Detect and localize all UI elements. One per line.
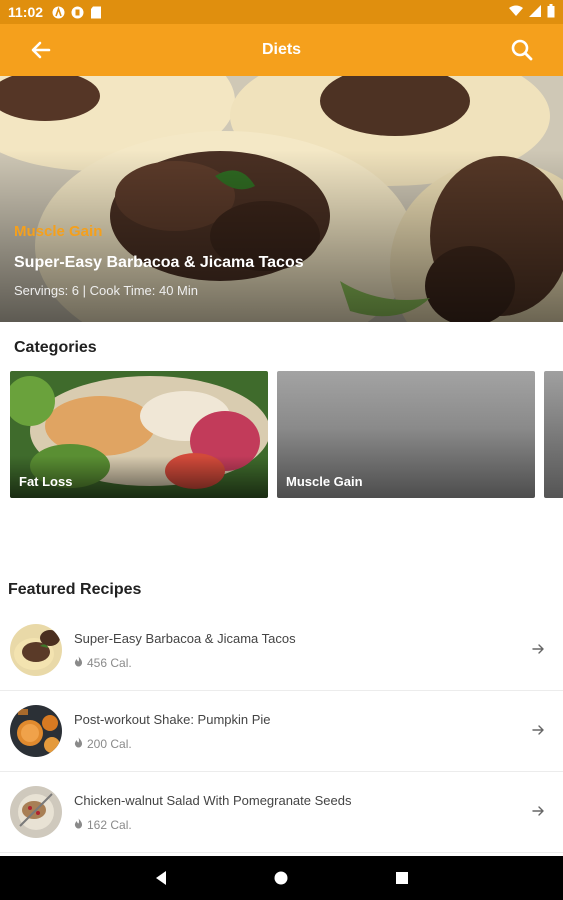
recipe-title: Chicken-walnut Salad With Pomegranate Se… bbox=[74, 792, 352, 808]
arrow-right-icon[interactable] bbox=[531, 642, 545, 656]
recipe-calories: 456 Cal. bbox=[87, 655, 132, 670]
featured-recipes-list: Super-Easy Barbacoa & Jicama Tacos 456 C… bbox=[0, 610, 563, 853]
list-item[interactable]: Chicken-walnut Salad With Pomegranate Se… bbox=[0, 772, 563, 853]
app-bar: Diets bbox=[0, 24, 563, 76]
arrow-right-icon[interactable] bbox=[531, 804, 545, 818]
notification-p-icon bbox=[70, 5, 84, 19]
recipe-title: Post-workout Shake: Pumpkin Pie bbox=[74, 711, 271, 727]
category-label: Fat Loss bbox=[19, 474, 73, 489]
wifi-icon bbox=[509, 4, 523, 20]
categories-carousel[interactable]: Fat Loss Muscle Gain bbox=[10, 371, 563, 498]
featured-hero-card[interactable]: Muscle Gain Super-Easy Barbacoa & Jicama… bbox=[0, 76, 563, 322]
list-item[interactable]: Post-workout Shake: Pumpkin Pie 200 Cal. bbox=[0, 691, 563, 772]
category-card-partial[interactable] bbox=[544, 371, 563, 498]
featured-recipes-heading: Featured Recipes bbox=[8, 581, 142, 598]
categories-heading: Categories bbox=[14, 339, 97, 356]
notification-a-icon bbox=[51, 5, 65, 19]
recipe-thumbnail bbox=[10, 624, 62, 676]
system-navigation-bar bbox=[0, 856, 563, 900]
category-card-fat-loss[interactable]: Fat Loss bbox=[10, 371, 268, 498]
home-circle-icon[interactable] bbox=[273, 870, 289, 886]
battery-icon bbox=[547, 3, 555, 21]
arrow-left-icon[interactable] bbox=[28, 37, 54, 63]
flame-icon bbox=[74, 818, 83, 832]
signal-icon bbox=[529, 4, 541, 20]
status-bar: 11:02 bbox=[0, 0, 563, 24]
category-label: Muscle Gain bbox=[286, 474, 363, 489]
hero-category: Muscle Gain bbox=[14, 223, 103, 240]
page-title: Diets bbox=[261, 41, 302, 58]
hero-title: Super-Easy Barbacoa & Jicama Tacos bbox=[14, 254, 304, 271]
recipe-calories: 162 Cal. bbox=[87, 817, 132, 832]
recipe-thumbnail bbox=[10, 705, 62, 757]
recipe-thumbnail bbox=[10, 786, 62, 838]
search-icon[interactable] bbox=[509, 37, 535, 63]
list-item[interactable]: Super-Easy Barbacoa & Jicama Tacos 456 C… bbox=[0, 610, 563, 691]
recipe-title: Super-Easy Barbacoa & Jicama Tacos bbox=[74, 630, 296, 646]
flame-icon bbox=[74, 656, 83, 670]
back-triangle-icon[interactable] bbox=[153, 870, 169, 886]
recipe-calories: 200 Cal. bbox=[87, 736, 132, 751]
category-card-muscle-gain[interactable]: Muscle Gain bbox=[277, 371, 535, 498]
notification-icons bbox=[51, 5, 103, 19]
sd-card-icon bbox=[89, 5, 103, 19]
hero-meta: Servings: 6 | Cook Time: 40 Min bbox=[14, 283, 199, 298]
flame-icon bbox=[74, 737, 83, 751]
arrow-right-icon[interactable] bbox=[531, 723, 545, 737]
status-time: 11:02 bbox=[8, 4, 44, 20]
recents-square-icon[interactable] bbox=[394, 870, 410, 886]
